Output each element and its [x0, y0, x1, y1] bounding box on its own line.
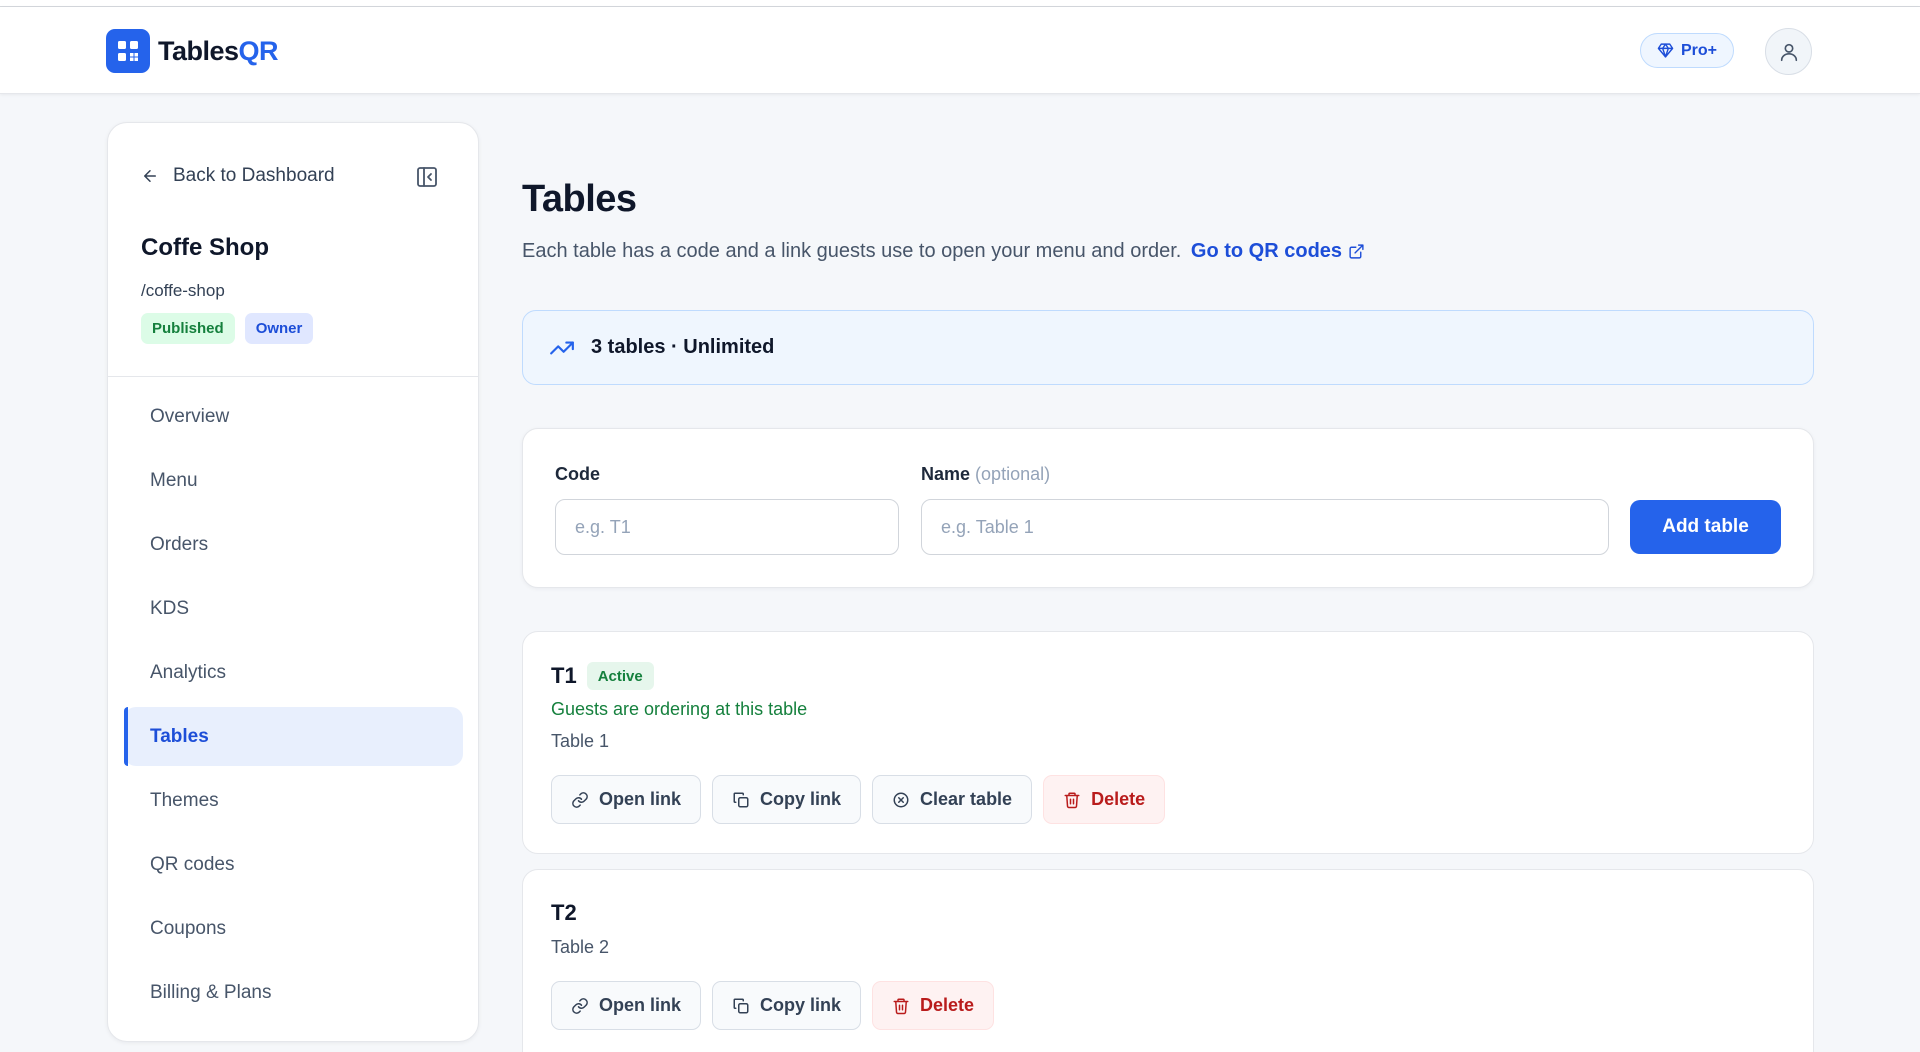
x-circle-icon — [893, 792, 909, 807]
link-icon — [572, 997, 588, 1014]
copy-link-label: Copy link — [760, 789, 842, 809]
add-table-form: Code Name (optional) Add table — [522, 428, 1814, 588]
trash-icon — [893, 998, 909, 1014]
sidebar-item-menu[interactable]: Menu — [124, 451, 463, 510]
table-activity-note: Guests are ordering at this table — [551, 699, 808, 719]
sidebar-item-overview[interactable]: Overview — [124, 387, 463, 446]
qr-link-label: Go to QR codes — [1190, 240, 1343, 262]
owner-badge: Owner — [244, 313, 314, 344]
delete-button[interactable]: Delete — [872, 981, 995, 1030]
table-name: Table 2 — [551, 937, 610, 957]
table-card-header: T1 Active — [551, 662, 654, 690]
back-label: Back to Dashboard — [173, 165, 335, 186]
name-optional-hint: (optional) — [975, 464, 1051, 484]
table-code: T1 — [551, 663, 577, 688]
add-table-button[interactable]: Add table — [1630, 500, 1781, 554]
copy-icon — [733, 792, 749, 807]
page-subtitle: Each table has a code and a link guests … — [522, 240, 1365, 263]
open-link-button[interactable]: Open link — [551, 981, 702, 1030]
link-icon — [572, 791, 588, 808]
table-actions: Open link Copy link Clear table Delete — [551, 775, 1166, 824]
sidebar-item-kds[interactable]: KDS — [124, 579, 463, 638]
name-label: Name (optional) — [921, 464, 1050, 485]
table-actions: Open link Copy link Delete — [551, 981, 995, 1030]
copy-link-button[interactable]: Copy link — [712, 981, 862, 1030]
name-label-text: Name — [921, 464, 971, 484]
go-to-qr-codes-link[interactable]: Go to QR codes — [1191, 240, 1365, 263]
sidebar: Back to Dashboard Coffe Shop /coffe-shop… — [107, 122, 479, 1042]
shop-name: Coffe Shop — [141, 234, 269, 261]
sidebar-item-qr-codes[interactable]: QR codes — [124, 835, 463, 894]
logo-grid-icon — [106, 29, 150, 73]
code-label: Code — [555, 464, 600, 484]
plan-label: Pro+ — [1680, 41, 1717, 59]
sidebar-nav: Overview Menu Orders KDS Analytics Table… — [124, 387, 463, 1027]
published-badge: Published — [141, 313, 235, 344]
clear-table-button[interactable]: Clear table — [872, 775, 1033, 824]
sidebar-item-tables[interactable]: Tables — [124, 707, 463, 766]
name-input[interactable] — [921, 499, 1609, 555]
logo-text-accent: QR — [238, 35, 279, 66]
sidebar-item-orders[interactable]: Orders — [124, 515, 463, 574]
delete-label: Delete — [1091, 789, 1146, 809]
table-card-t1: T1 Active Guests are ordering at this ta… — [522, 631, 1814, 854]
open-link-button[interactable]: Open link — [551, 775, 702, 824]
window-top-edge — [0, 0, 1920, 7]
tables-summary-text: 3 tables · Unlimited — [591, 336, 775, 358]
shop-slug: /coffe-shop — [141, 281, 225, 300]
code-input[interactable] — [555, 499, 899, 555]
arrow-left-icon — [144, 170, 156, 182]
open-link-label: Open link — [599, 995, 682, 1015]
copy-icon — [733, 998, 749, 1013]
table-code: T2 — [551, 900, 577, 925]
table-name: Table 1 — [551, 731, 610, 751]
sidebar-item-billing[interactable]: Billing & Plans — [124, 963, 463, 1022]
app-header: TablesQR Pro+ — [0, 7, 1920, 94]
clear-table-label: Clear table — [920, 789, 1013, 809]
copy-link-button[interactable]: Copy link — [712, 775, 862, 824]
sidebar-item-themes[interactable]: Themes — [124, 771, 463, 830]
trending-up-icon — [550, 341, 574, 354]
trash-icon — [1064, 792, 1080, 808]
subtitle-text: Each table has a code and a link guests … — [522, 240, 1182, 262]
back-to-dashboard-link[interactable]: Back to Dashboard — [141, 165, 335, 187]
delete-button[interactable]: Delete — [1043, 775, 1166, 824]
copy-link-label: Copy link — [760, 995, 842, 1015]
sidebar-divider — [108, 376, 478, 377]
table-card-header: T2 — [551, 900, 577, 926]
logo-text-prefix: Tables — [158, 35, 239, 66]
external-link-icon — [1349, 244, 1364, 259]
app-logo[interactable]: TablesQR — [106, 29, 279, 73]
tables-summary-banner: 3 tables · Unlimited — [522, 310, 1814, 385]
sidebar-item-analytics[interactable]: Analytics — [124, 643, 463, 702]
page-title: Tables — [522, 178, 637, 220]
open-link-label: Open link — [599, 789, 682, 809]
table-card-t2: T2 Table 2 Open link Copy link Delete — [522, 869, 1814, 1052]
collapse-sidebar-button[interactable] — [414, 164, 440, 190]
plan-badge[interactable]: Pro+ — [1640, 33, 1734, 68]
sidebar-item-coupons[interactable]: Coupons — [124, 899, 463, 958]
panel-collapse-icon — [417, 167, 437, 187]
user-icon — [1780, 43, 1797, 61]
delete-label: Delete — [920, 995, 975, 1015]
logo-text: TablesQR — [158, 35, 279, 67]
diamond-icon — [1657, 43, 1674, 58]
shop-badges: Published Owner — [141, 313, 314, 344]
user-avatar-button[interactable] — [1765, 28, 1812, 75]
status-badge: Active — [586, 662, 654, 690]
